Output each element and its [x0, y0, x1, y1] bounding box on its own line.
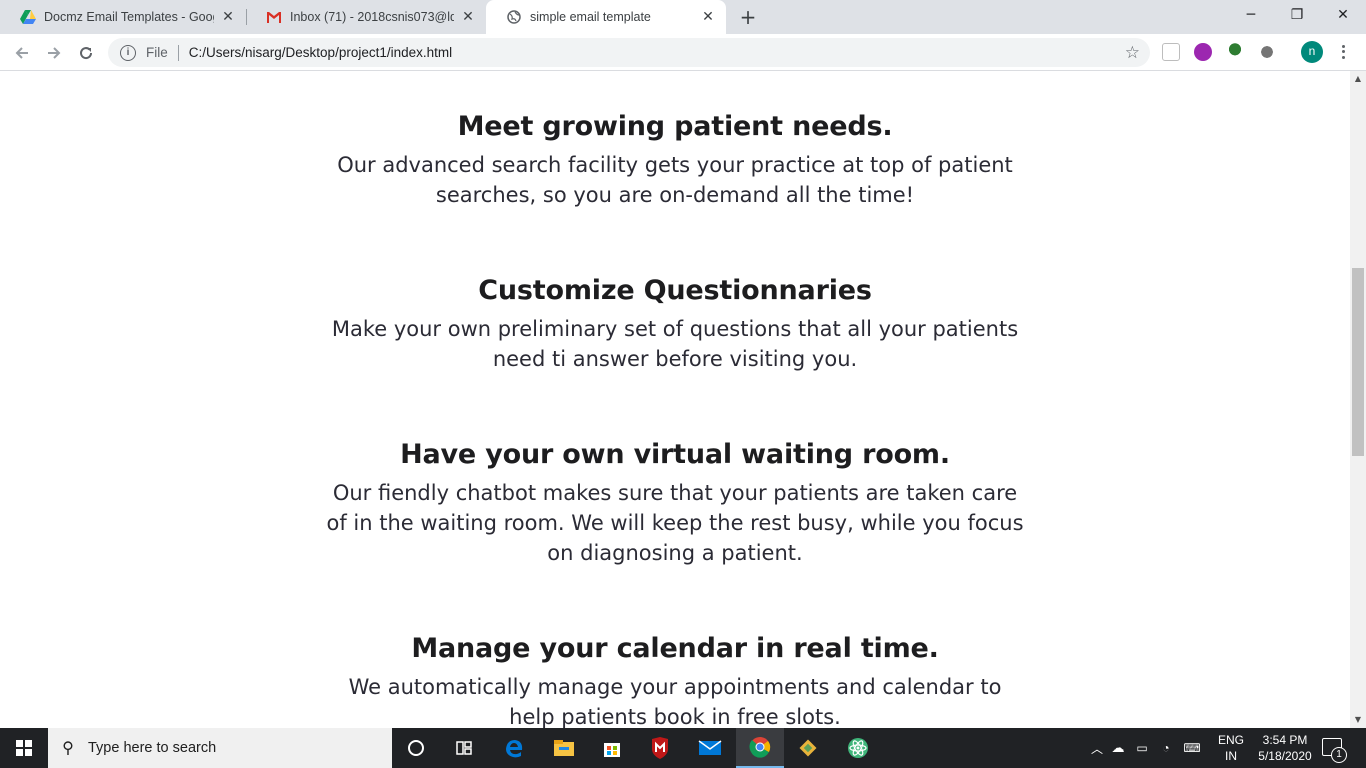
arrow-right-icon [48, 47, 61, 59]
browser-menu-icon[interactable] [1336, 41, 1350, 63]
tab-simple-email-template[interactable]: simple email template ✕ [486, 0, 726, 34]
reload-button[interactable] [72, 39, 100, 67]
tab-strip: Docmz Email Templates - Google ✕ Inbox (… [0, 0, 1366, 34]
notification-count-badge: 1 [1331, 747, 1347, 763]
back-button[interactable] [8, 39, 36, 67]
mcafee-icon[interactable] [636, 728, 684, 768]
battery-icon[interactable]: ▭ [1130, 741, 1154, 755]
scroll-up-icon[interactable]: ▲ [1353, 74, 1363, 84]
cortana-icon[interactable] [392, 728, 440, 768]
system-tray: ︿ ☁ ▭ ◔ ⌨ [1088, 728, 1206, 768]
keyboard-icon[interactable]: ⌨ [1178, 741, 1206, 755]
tab-title: Inbox (71) - 2018csnis073@ldce.a [290, 10, 454, 24]
scrollbar-thumb[interactable] [1352, 268, 1364, 456]
tab-gmail-inbox[interactable]: Inbox (71) - 2018csnis073@ldce.a ✕ [246, 0, 486, 34]
close-window-button[interactable]: ✕ [1320, 0, 1366, 30]
wifi-icon[interactable]: ◔ [1154, 741, 1178, 755]
new-tab-button[interactable]: + [736, 5, 760, 29]
onedrive-icon[interactable]: ☁ [1106, 740, 1130, 756]
feature-block: Manage your calendar in real time. We au… [0, 633, 1350, 728]
language-indicator[interactable]: ENG IN [1216, 732, 1246, 764]
feature-body: Our fiendly chatbot makes sure that your… [326, 481, 1024, 565]
close-tab-icon[interactable]: ✕ [460, 9, 476, 25]
info-icon[interactable]: i [120, 44, 136, 61]
scheme-label: File [146, 45, 168, 60]
minimize-button[interactable]: ─ [1228, 0, 1274, 30]
scroll-down-icon[interactable]: ▼ [1353, 715, 1363, 725]
chevron-up-icon[interactable]: ︿ [1088, 740, 1106, 757]
store-icon[interactable] [588, 728, 636, 768]
extension-tree-icon[interactable] [1226, 43, 1244, 61]
edge-icon[interactable] [490, 728, 538, 768]
clock[interactable]: 3:54 PM 5/18/2020 [1250, 732, 1320, 764]
mail-icon[interactable] [686, 728, 734, 768]
windows-taskbar: ⚲ Type here to search ︿ ☁ ▭ ◔ ⌨ ENG IN 3… [0, 728, 1366, 768]
language-code: ENG [1217, 733, 1244, 747]
atom-icon[interactable] [834, 728, 882, 768]
feature-block: Customize Questionnaries Make your own p… [0, 275, 1350, 374]
task-view-icon[interactable] [440, 728, 488, 768]
region-code: IN [1225, 749, 1237, 763]
windows-logo-icon [16, 740, 32, 756]
divider [177, 44, 179, 61]
extension-pocket-icon[interactable] [1162, 43, 1180, 61]
tab-title: simple email template [530, 10, 651, 24]
feature-heading: Customize Questionnaries [478, 275, 872, 306]
search-placeholder: Type here to search [88, 740, 217, 756]
feature-body: Make your own preliminary set of questio… [331, 317, 1019, 371]
extension-bug-icon[interactable] [1258, 43, 1276, 61]
google-drive-icon [20, 9, 36, 25]
page-viewport: Meet growing patient needs. Our advanced… [0, 71, 1350, 728]
feature-heading: Meet growing patient needs. [457, 111, 893, 142]
feature-body: Our advanced search facility gets your p… [337, 153, 1013, 207]
reload-icon [80, 47, 93, 60]
browser-toolbar: i File C:/Users/nisarg/Desktop/project1/… [0, 34, 1366, 71]
url-text[interactable]: C:/Users/nisarg/Desktop/project1/index.h… [189, 45, 452, 60]
bookmark-star-icon[interactable]: ☆ [1125, 43, 1140, 63]
maximize-button[interactable]: ❐ [1274, 0, 1320, 30]
arrow-left-icon [15, 47, 28, 59]
address-bar[interactable]: i File C:/Users/nisarg/Desktop/project1/… [108, 38, 1150, 67]
vertical-scrollbar[interactable]: ▲ ▼ [1350, 71, 1366, 728]
forward-button[interactable] [40, 39, 68, 67]
globe-icon [506, 9, 522, 25]
feature-heading: Have your own virtual waiting room. [400, 439, 950, 470]
file-explorer-icon[interactable] [540, 728, 588, 768]
extension-purple-icon[interactable] [1194, 43, 1212, 61]
gmail-icon [266, 9, 282, 25]
taskbar-search[interactable]: ⚲ Type here to search [48, 728, 392, 768]
start-button[interactable] [0, 728, 48, 768]
search-icon: ⚲ [62, 740, 74, 757]
tab-docmz-templates[interactable]: Docmz Email Templates - Google ✕ [0, 0, 246, 34]
clock-date: 5/18/2020 [1258, 749, 1312, 763]
feature-block: Have your own virtual waiting room. Our … [0, 439, 1350, 568]
tab-title: Docmz Email Templates - Google [44, 10, 214, 24]
close-tab-icon[interactable]: ✕ [700, 9, 716, 25]
feature-heading: Manage your calendar in real time. [411, 633, 939, 664]
profile-avatar[interactable]: n [1301, 41, 1323, 63]
feature-block: Meet growing patient needs. Our advanced… [0, 111, 1350, 210]
git-icon[interactable] [784, 728, 832, 768]
chrome-icon[interactable] [736, 728, 784, 768]
close-tab-icon[interactable]: ✕ [220, 9, 236, 25]
feature-body: We automatically manage your appointment… [348, 675, 1002, 728]
clock-time: 3:54 PM [1262, 733, 1308, 747]
